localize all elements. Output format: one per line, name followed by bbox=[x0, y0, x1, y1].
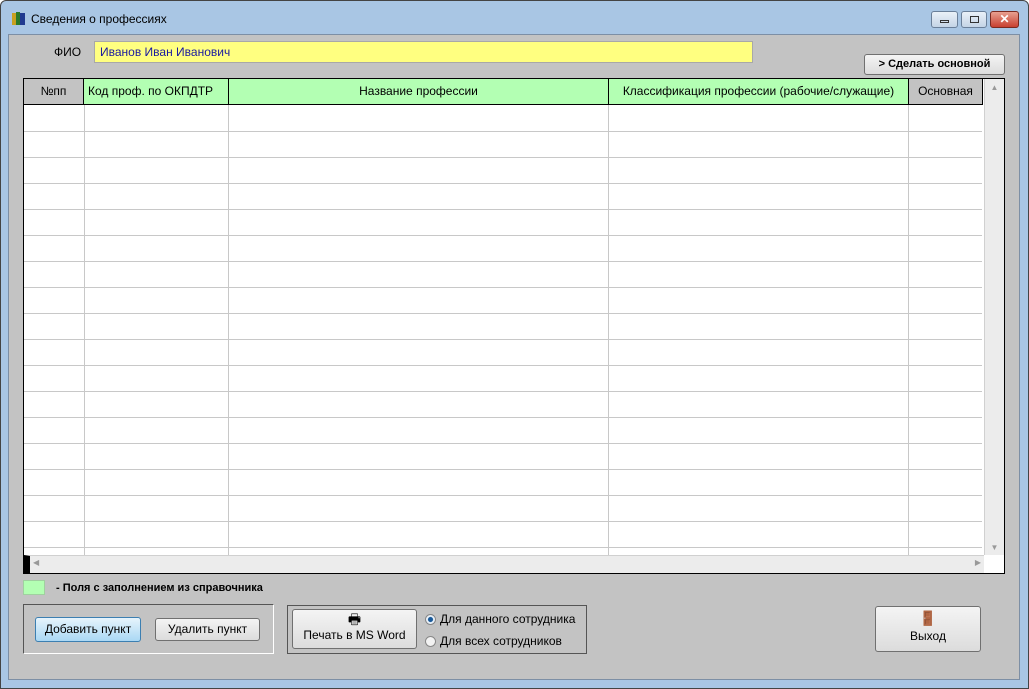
horizontal-scrollbar[interactable]: ◀ ▶ bbox=[24, 555, 984, 573]
scroll-left-arrow-icon[interactable]: ◀ bbox=[33, 558, 39, 567]
row-divider bbox=[24, 183, 982, 184]
close-button[interactable]: ✕ bbox=[990, 11, 1019, 28]
radio-this-employee[interactable] bbox=[425, 614, 436, 625]
row-divider bbox=[24, 417, 982, 418]
app-books-icon bbox=[12, 12, 25, 25]
make-main-button[interactable]: > Сделать основной bbox=[864, 54, 1005, 75]
row-divider bbox=[24, 469, 982, 470]
row-divider bbox=[24, 339, 982, 340]
row-divider bbox=[24, 365, 982, 366]
column-header-name[interactable]: Название профессии bbox=[229, 79, 609, 105]
row-divider bbox=[24, 391, 982, 392]
legend-text: - Поля с заполнением из справочника bbox=[56, 582, 263, 594]
fio-field[interactable]: Иванов Иван Иванович bbox=[94, 41, 753, 63]
print-word-label: Печать в MS Word bbox=[303, 628, 406, 642]
exit-door-icon: 🚪 bbox=[919, 610, 937, 626]
row-divider bbox=[24, 521, 982, 522]
column-header-number[interactable]: №пп bbox=[24, 79, 84, 105]
col-divider bbox=[608, 105, 609, 555]
column-header-classification[interactable]: Классификация профессии (рабочие/служащи… bbox=[609, 79, 909, 105]
printer-icon: 🖶 bbox=[347, 611, 362, 627]
scroll-down-arrow-icon[interactable]: ▼ bbox=[985, 543, 1004, 552]
add-item-button[interactable]: Добавить пункт bbox=[35, 617, 141, 642]
column-header-code[interactable]: Код проф. по ОКПДТР bbox=[84, 79, 229, 105]
minimize-button[interactable] bbox=[931, 11, 958, 28]
radio-all-employees-label[interactable]: Для всех сотрудников bbox=[440, 634, 562, 648]
col-divider bbox=[908, 105, 909, 555]
exit-label: Выход bbox=[910, 629, 946, 643]
vertical-scrollbar[interactable]: ▲ ▼ bbox=[984, 79, 1004, 555]
row-divider bbox=[24, 209, 982, 210]
delete-item-button[interactable]: Удалить пункт bbox=[155, 618, 260, 641]
scroll-right-arrow-icon[interactable]: ▶ bbox=[975, 558, 981, 567]
row-divider bbox=[24, 495, 982, 496]
fio-label: ФИО bbox=[54, 45, 82, 59]
row-divider bbox=[24, 547, 982, 548]
radio-this-employee-label[interactable]: Для данного сотрудника bbox=[440, 612, 575, 626]
row-divider bbox=[24, 157, 982, 158]
exit-button[interactable]: 🚪 Выход bbox=[875, 606, 981, 652]
scroll-up-arrow-icon[interactable]: ▲ bbox=[985, 83, 1004, 92]
window-title: Сведения о профессиях bbox=[31, 12, 167, 26]
professions-table: №пп Код проф. по ОКПДТР Название професс… bbox=[23, 78, 1005, 574]
row-divider bbox=[24, 313, 982, 314]
col-divider bbox=[228, 105, 229, 555]
print-word-button[interactable]: 🖶 Печать в MS Word bbox=[292, 609, 417, 649]
row-divider bbox=[24, 131, 982, 132]
column-header-main[interactable]: Основная bbox=[909, 79, 983, 105]
col-divider bbox=[84, 105, 85, 555]
row-divider bbox=[24, 443, 982, 444]
row-divider bbox=[24, 235, 982, 236]
row-divider bbox=[24, 287, 982, 288]
row-divider bbox=[24, 261, 982, 262]
maximize-button[interactable] bbox=[961, 11, 987, 28]
legend-swatch bbox=[23, 580, 45, 595]
radio-all-employees[interactable] bbox=[425, 636, 436, 647]
